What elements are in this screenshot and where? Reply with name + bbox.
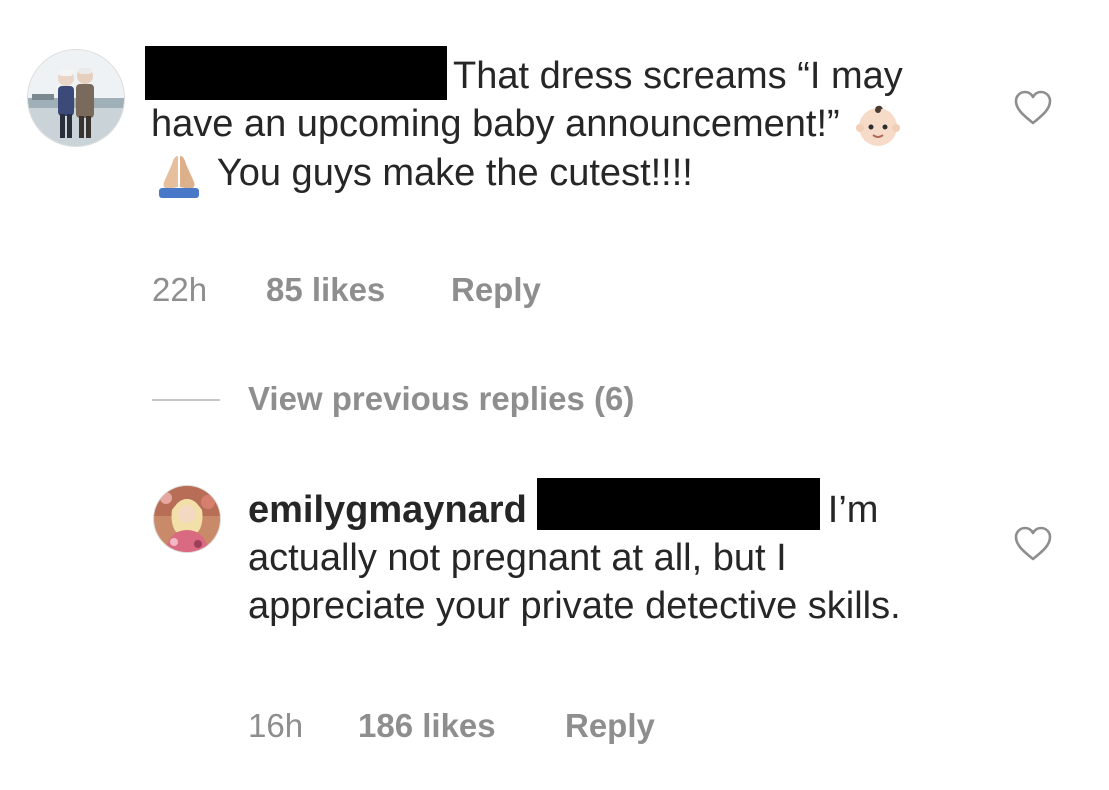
comment-timestamp: 22h	[152, 271, 208, 308]
reply-timestamp: 16h	[248, 707, 304, 744]
like-comment-button[interactable]	[1013, 88, 1053, 128]
like-reply-button[interactable]	[1013, 524, 1053, 564]
reply-username[interactable]: emilygmaynard	[248, 489, 527, 531]
likes-count[interactable]: 85 likes	[266, 271, 385, 309]
commenter-avatar[interactable]	[28, 50, 124, 146]
baby-emoji	[852, 103, 904, 149]
heart-outline-icon	[1014, 90, 1052, 125]
folded-hands-emoji	[153, 152, 205, 198]
avatar-photo	[154, 486, 220, 552]
avatar-photo	[28, 50, 124, 146]
redacted-mention	[536, 478, 820, 530]
view-previous-replies-label: View previous replies (6)	[248, 380, 635, 417]
reply-author-avatar[interactable]	[154, 486, 220, 552]
reply-body: emilygmaynard I’m actually not pregnant a…	[248, 478, 938, 630]
comment-text-continued: You guys make the cutest!!!!	[207, 151, 693, 194]
replies-divider-line	[152, 399, 220, 401]
reply-button[interactable]: Reply	[451, 271, 541, 309]
likes-count[interactable]: 186 likes	[358, 707, 496, 745]
redacted-username	[145, 46, 447, 100]
heart-outline-icon	[1014, 526, 1052, 561]
reply-button[interactable]: Reply	[565, 707, 655, 745]
comment-body: That dress screams “I may have an upcomi…	[145, 46, 931, 198]
